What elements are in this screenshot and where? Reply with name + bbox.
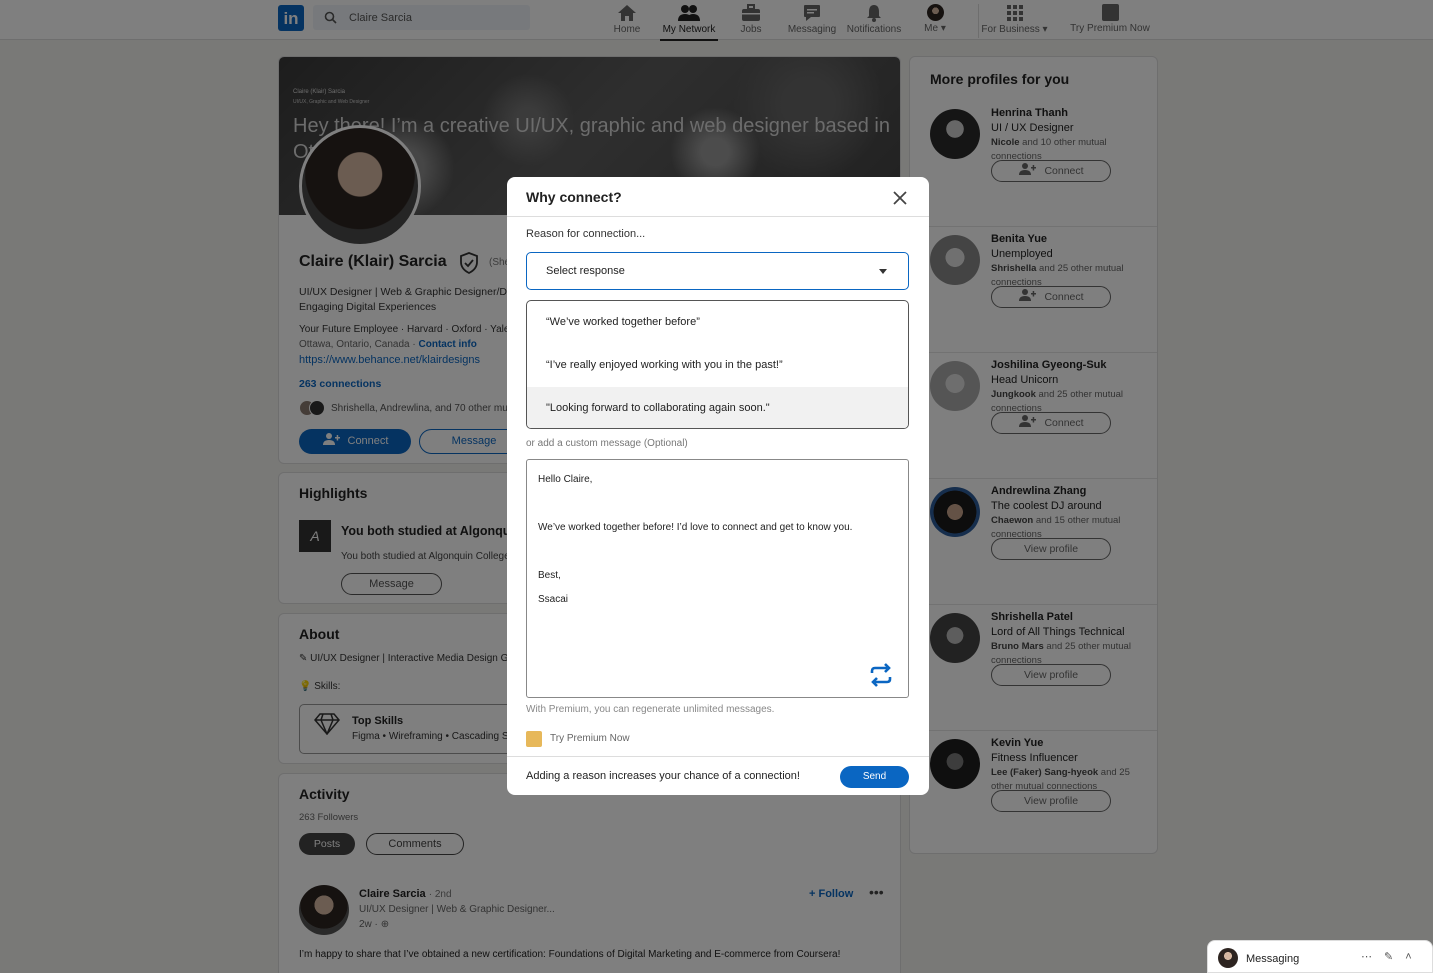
send-button[interactable]: Send [840, 766, 909, 788]
option-item[interactable]: “We’ve worked together before” [527, 301, 908, 344]
caret-down-icon [879, 269, 887, 274]
option-item[interactable]: "Looking forward to collaborating again … [527, 387, 908, 428]
footer-hint: Adding a reason increases your chance of… [526, 770, 800, 782]
option-item[interactable]: “I’ve really enjoyed working with you in… [527, 344, 908, 387]
try-premium-link[interactable]: Try Premium Now [550, 733, 630, 744]
custom-message-label: or add a custom message (Optional) [526, 438, 688, 449]
more-options-icon[interactable]: ⋯ [1361, 951, 1384, 963]
chevron-up-icon[interactable]: ˄ [1405, 951, 1423, 963]
premium-note: With Premium, you can regenerate unlimit… [526, 704, 775, 715]
close-icon[interactable] [889, 187, 911, 209]
custom-message-textarea[interactable]: Hello Claire, We’ve worked together befo… [526, 459, 909, 698]
avatar [1218, 948, 1238, 968]
why-connect-dialog: Why connect? Reason for connection... Se… [507, 177, 929, 795]
reason-select[interactable]: Select response [526, 252, 909, 290]
dialog-title: Why connect? [526, 189, 622, 205]
premium-icon[interactable] [526, 731, 542, 747]
regenerate-icon[interactable] [868, 663, 894, 687]
compose-icon[interactable]: ✎ [1384, 951, 1405, 963]
reason-options-list: “We’ve worked together before” “I’ve rea… [526, 300, 909, 429]
reason-label: Reason for connection... [526, 228, 646, 240]
messaging-dock[interactable]: Messaging ⋯✎˄ [1207, 940, 1433, 973]
